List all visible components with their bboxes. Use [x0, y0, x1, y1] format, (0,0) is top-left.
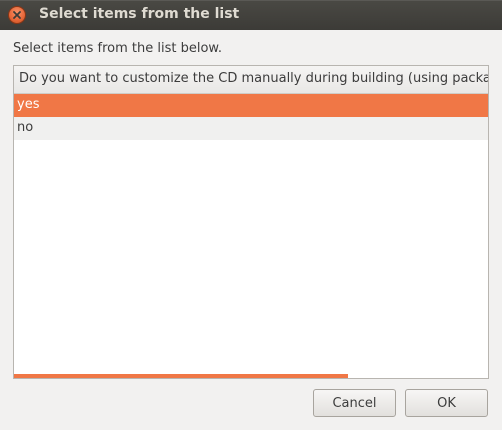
item-list[interactable]: Do you want to customize the CD manually…: [13, 65, 489, 379]
ok-button[interactable]: OK: [405, 389, 488, 417]
close-icon: [13, 11, 21, 19]
title-bar[interactable]: Select items from the list: [0, 0, 502, 30]
list-column-header[interactable]: Do you want to customize the CD manually…: [14, 66, 488, 94]
list-item-label: no: [17, 120, 34, 135]
list-item-yes[interactable]: yes: [14, 94, 488, 117]
prompt-label: Select items from the list below.: [13, 41, 222, 56]
list-item-no[interactable]: no: [14, 117, 488, 140]
column-header-label: Do you want to customize the CD manually…: [19, 71, 488, 86]
cancel-button[interactable]: Cancel: [313, 389, 396, 417]
list-item-label: yes: [17, 97, 40, 112]
close-button[interactable]: [9, 7, 25, 23]
window-title: Select items from the list: [39, 6, 240, 22]
horizontal-scrollbar[interactable]: [14, 374, 348, 378]
dialog-window: Select items from the list Select items …: [0, 0, 502, 430]
